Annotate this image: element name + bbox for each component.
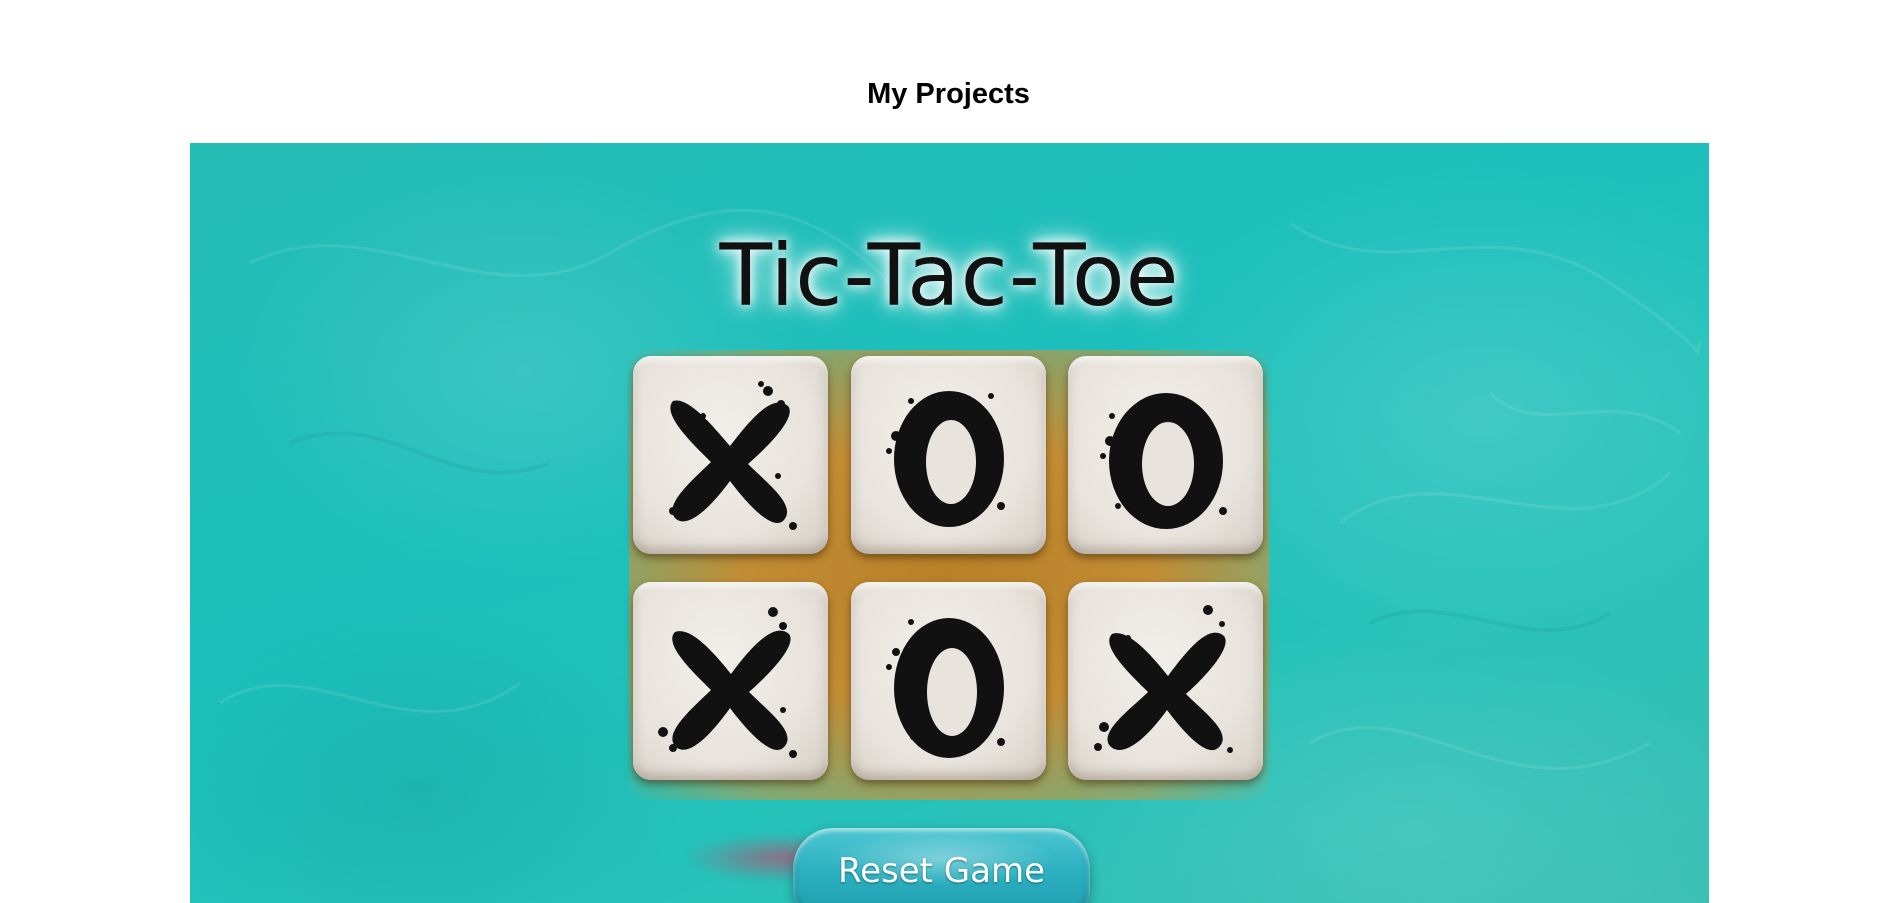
o-mark-icon [1100, 393, 1227, 529]
page-title: My Projects [867, 78, 1030, 110]
board-cell-x[interactable] [633, 582, 828, 780]
board-cell-o[interactable] [1068, 356, 1263, 554]
o-mark-icon [886, 391, 1005, 527]
tic-tac-toe-project-card[interactable]: Tic-Tac-Toe Reset Game [190, 143, 1709, 903]
board-cell-o[interactable] [851, 582, 1046, 780]
reset-game-button[interactable]: Reset Game [793, 828, 1090, 903]
x-mark-icon [1094, 605, 1233, 753]
o-mark-icon [886, 618, 1005, 758]
board-cell-x[interactable] [633, 356, 828, 554]
game-title: Tic-Tac-Toe [719, 226, 1180, 326]
x-mark-icon [669, 381, 797, 530]
game-board [629, 350, 1269, 800]
board-cell-x[interactable] [1068, 582, 1263, 780]
board-cell-o[interactable] [851, 356, 1046, 554]
x-mark-icon [658, 607, 797, 758]
